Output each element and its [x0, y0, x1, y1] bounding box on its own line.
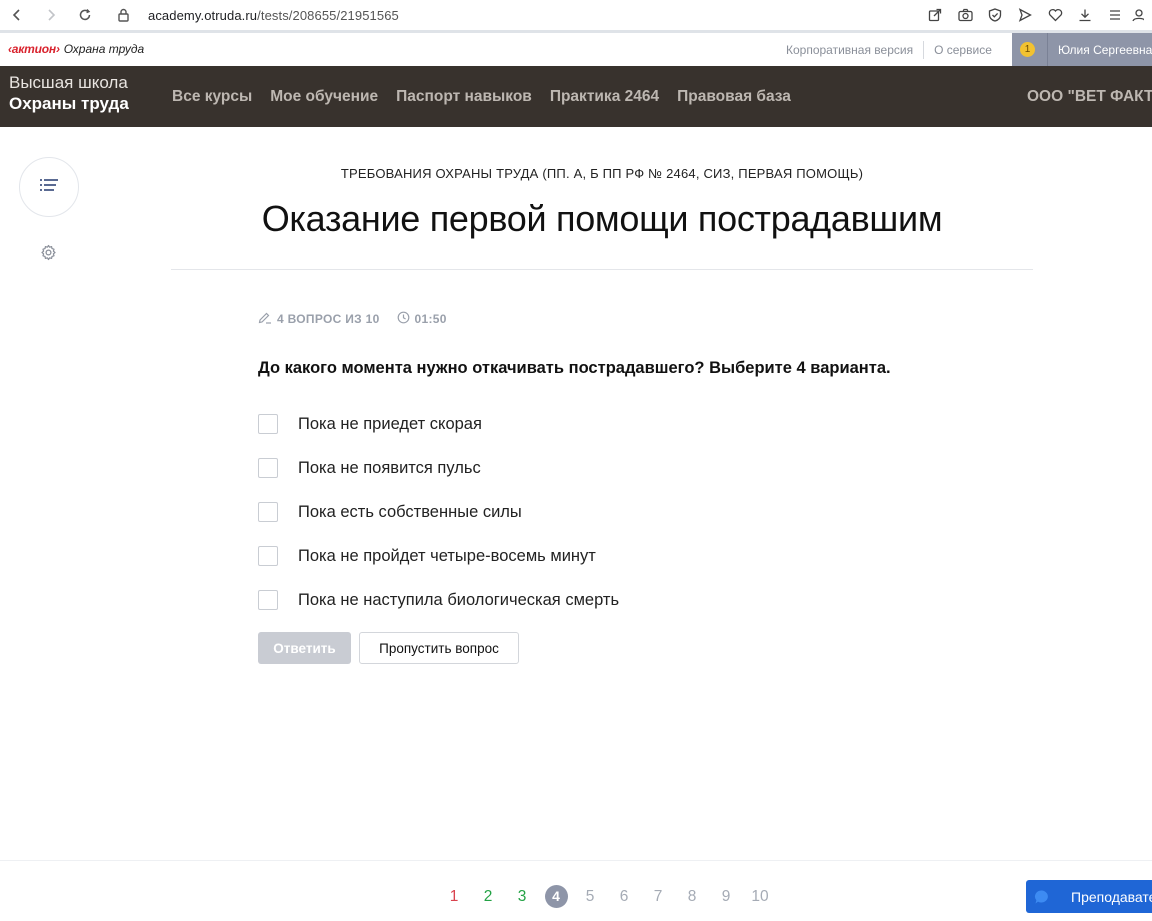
answer-options: Пока не приедет скорая Пока не появится … [258, 402, 619, 622]
page-title: Оказание первой помощи пострадавшим [261, 198, 943, 239]
question-text: До какого момента нужно откачивать постр… [258, 359, 891, 377]
gear-icon[interactable] [38, 242, 58, 262]
pager-item-8[interactable]: 8 [675, 885, 709, 909]
question-actions: Ответить Пропустить вопрос [258, 632, 519, 664]
pager-item-current[interactable]: 4 [539, 885, 573, 909]
nav-legal-base[interactable]: Правовая база [677, 88, 791, 106]
question-meta: 4 ВОПРОС ИЗ 10 01:50 [258, 311, 447, 327]
notification-badge[interactable]: 1 [1020, 42, 1035, 57]
course-subtitle: ТРЕБОВАНИЯ ОХРАНЫ ТРУДА (ПП. А, Б ПП РФ … [340, 166, 864, 181]
answer-label: Пока не пройдет четыре-восемь минут [298, 546, 596, 565]
answer-option[interactable]: Пока не наступила биологическая смерть [258, 578, 619, 622]
shield-icon[interactable] [980, 0, 1010, 30]
answer-label: Пока не приедет скорая [298, 414, 482, 433]
logo-brand-text: актион [11, 42, 56, 56]
pager-item-1[interactable]: 1 [437, 885, 471, 909]
top-links: Корпоративная версия О сервисе [786, 33, 992, 66]
chat-bubble-icon [1034, 889, 1050, 905]
user-name: Юлия Сергеевна [1057, 42, 1152, 57]
answer-checkbox[interactable] [258, 502, 278, 522]
answer-option[interactable]: Пока не пройдет четыре-восемь минут [258, 534, 619, 578]
pager-item-2[interactable]: 2 [471, 885, 505, 909]
question-timer: 01:50 [414, 312, 447, 326]
answer-label: Пока не появится пульс [298, 458, 481, 477]
answer-label: Пока не наступила биологическая смерть [298, 590, 620, 609]
header-divider [171, 269, 1033, 270]
heart-icon[interactable] [1040, 0, 1070, 30]
answer-option[interactable]: Пока не появится пульс [258, 446, 619, 490]
answer-checkbox[interactable] [258, 590, 278, 610]
organization-name[interactable]: ООО "ВЕТ ФАКТ [1027, 66, 1152, 127]
nav-practice-2464[interactable]: Практика 2464 [550, 88, 659, 106]
pager-item-7[interactable]: 7 [641, 885, 675, 909]
site-top-bar: ‹актион› Охрана труда Корпоративная верс… [0, 33, 1152, 66]
pencil-icon [258, 311, 272, 327]
about-service-link[interactable]: О сервисе [934, 43, 992, 57]
user-divider [1046, 33, 1048, 66]
lock-icon [106, 0, 140, 30]
nav-my-learning[interactable]: Мое обучение [270, 88, 378, 106]
logo-brand: ‹актион› [8, 42, 60, 56]
back-icon[interactable] [0, 0, 34, 30]
pager-current-number: 4 [544, 885, 568, 908]
user-menu[interactable]: 1 Юлия Сергеевна [1012, 33, 1152, 66]
url-path: /tests/208655/21951565 [257, 7, 399, 23]
camera-icon[interactable] [950, 0, 980, 30]
reload-icon[interactable] [68, 0, 102, 30]
pager-item-9[interactable]: 9 [709, 885, 743, 909]
school-name-line1: Высшая школа [9, 73, 128, 92]
share-icon[interactable] [920, 0, 950, 30]
logo-subtitle: Охрана труда [63, 42, 145, 56]
send-icon[interactable] [1010, 0, 1040, 30]
pager-item-5[interactable]: 5 [573, 885, 607, 909]
profile-icon[interactable] [1130, 0, 1152, 30]
contents-button[interactable] [19, 157, 79, 217]
answer-option[interactable]: Пока есть собственные силы [258, 490, 619, 534]
footer-divider [0, 860, 1152, 861]
download-icon[interactable] [1070, 0, 1100, 30]
answer-checkbox[interactable] [258, 546, 278, 566]
teacher-chat-button[interactable]: Преподаватель [1026, 880, 1152, 913]
pager-item-10[interactable]: 10 [743, 885, 777, 909]
answer-option[interactable]: Пока не приедет скорая [258, 402, 619, 446]
answer-button[interactable]: Ответить [258, 632, 351, 664]
forward-icon[interactable] [34, 0, 68, 30]
question-pager: 1 2 3 4 5 6 7 8 9 10 [437, 885, 777, 909]
answer-checkbox[interactable] [258, 414, 278, 434]
teacher-label: Преподаватель [1071, 888, 1152, 905]
answer-label: Пока есть собственные силы [298, 502, 522, 521]
nav-all-courses[interactable]: Все курсы [172, 88, 252, 106]
school-name-line2: Охраны труда [9, 94, 129, 113]
aktion-logo[interactable]: ‹актион› Охрана труда [8, 42, 144, 56]
school-logo[interactable]: Высшая школа Охраны труда [9, 72, 129, 114]
top-links-separator [923, 40, 925, 59]
menu-icon[interactable] [1100, 0, 1130, 30]
browser-toolbar: academy.otruda.ru/tests/208655/21951565 [0, 0, 1152, 31]
main-nav: Высшая школа Охраны труда Все курсы Мое … [0, 66, 1152, 127]
clock-icon [397, 311, 410, 327]
answer-checkbox[interactable] [258, 458, 278, 478]
address-bar[interactable]: academy.otruda.ru/tests/208655/21951565 [148, 8, 399, 23]
pager-item-6[interactable]: 6 [607, 885, 641, 909]
url-host: academy.otruda.ru [148, 7, 258, 23]
question-progress: 4 ВОПРОС ИЗ 10 [277, 312, 380, 326]
skip-question-button[interactable]: Пропустить вопрос [359, 632, 519, 664]
corporate-version-link[interactable]: Корпоративная версия [786, 43, 913, 57]
list-icon [40, 178, 58, 197]
nav-skills-passport[interactable]: Паспорт навыков [396, 88, 532, 106]
pager-item-3[interactable]: 3 [505, 885, 539, 909]
